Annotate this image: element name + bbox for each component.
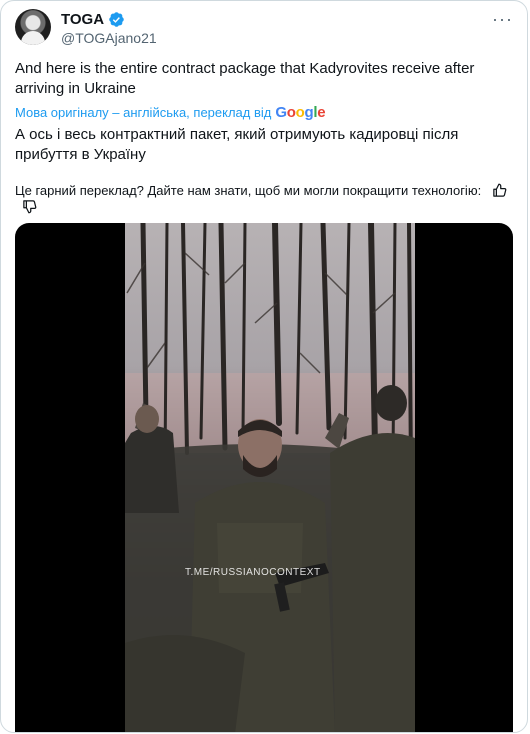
more-options-icon[interactable]: ··· <box>492 9 513 30</box>
translation-feedback-question: Це гарний переклад? Дайте нам знати, щоб… <box>15 183 482 198</box>
thumbs-down-icon[interactable] <box>22 199 37 214</box>
video-watermark: T.ME/RUSSIANOCONTEXT <box>185 567 321 578</box>
video-scene <box>125 223 415 732</box>
author-name-row: TOGA <box>61 10 125 28</box>
avatar[interactable] <box>15 9 51 45</box>
google-logo: Google <box>275 103 326 121</box>
tweet-card: TOGA @TOGAjano21 ··· And here is the ent… <box>0 0 528 733</box>
translation-note[interactable]: Мова оригіналу – англійська, переклад ві… <box>15 103 326 121</box>
translated-text: А ось і весь контрактний пакет, який отр… <box>15 126 459 163</box>
thumbs-up-icon[interactable] <box>492 183 507 198</box>
tweet-text: And here is the entire contract package … <box>15 60 475 97</box>
video-frame: T.ME/RUSSIANOCONTEXT <box>125 223 415 732</box>
author-display-name[interactable]: TOGA <box>61 11 104 28</box>
video-player[interactable]: T.ME/RUSSIANOCONTEXT <box>15 223 513 732</box>
tweet-header: TOGA @TOGAjano21 ··· <box>15 9 515 49</box>
author-handle[interactable]: @TOGAjano21 <box>61 30 157 46</box>
verified-badge-icon <box>109 11 124 27</box>
translation-note-label: Мова оригіналу – англійська, переклад ві… <box>15 104 272 120</box>
